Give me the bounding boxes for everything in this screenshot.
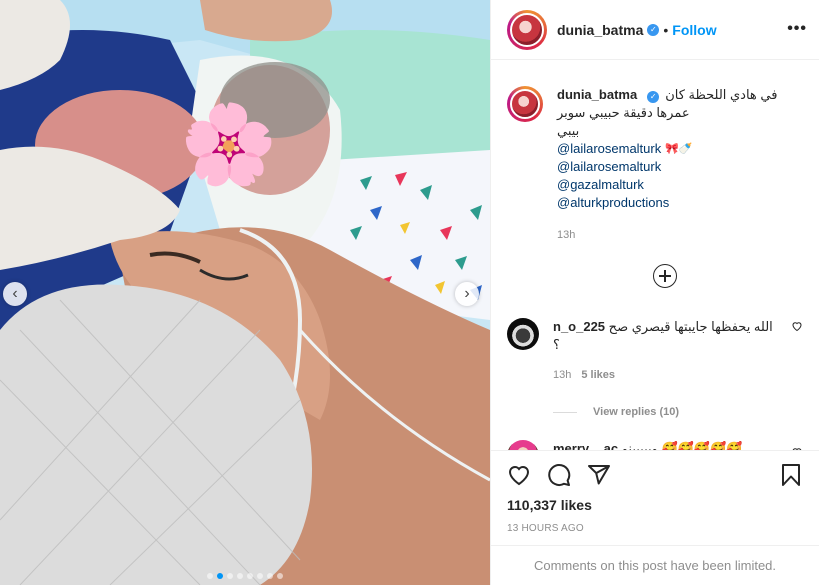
comment-text: وبيييينو: [621, 441, 658, 450]
action-icons: [507, 451, 803, 499]
caption-time[interactable]: 13h: [557, 226, 803, 244]
flower-sticker-icon: 🌸: [180, 100, 278, 188]
carousel-dot: [237, 573, 243, 579]
save-bookmark-icon[interactable]: [779, 463, 803, 487]
carousel-indicator: [0, 573, 490, 579]
comment-body: merry__ac وبيييينو 🥰🥰🥰🥰🥰: [553, 440, 773, 450]
comment-bubble-icon[interactable]: [547, 463, 571, 487]
carousel-dot: [277, 573, 283, 579]
comment-meta: 13h 5 likes: [553, 366, 773, 384]
carousel-next-button[interactable]: ›: [455, 282, 479, 306]
commenter-avatar[interactable]: [507, 318, 539, 350]
carousel-dot: [267, 573, 273, 579]
post-actions: 110,337 likes 13 HOURS AGO: [491, 450, 819, 534]
post-media[interactable]: ‹ › 🌸: [0, 0, 490, 585]
caption-username[interactable]: dunia_batma: [557, 86, 637, 104]
comment-likes[interactable]: 5 likes: [581, 366, 615, 384]
verified-badge-icon: ✓: [647, 91, 660, 103]
carousel-dot: [207, 573, 213, 579]
post-details-panel: dunia_batma ✓ • Follow ••• dunia_batma ✓…: [490, 0, 819, 585]
follow-button[interactable]: Follow: [672, 22, 716, 38]
load-more-comments-button[interactable]: [653, 264, 677, 288]
separator-bullet: •: [663, 21, 669, 38]
story-ring[interactable]: [507, 9, 547, 50]
view-replies-label[interactable]: View replies (10): [593, 406, 679, 418]
more-options-icon[interactable]: •••: [787, 20, 807, 38]
carousel-dot-active: [217, 573, 223, 579]
caption-mention[interactable]: @gazalmalturk: [557, 176, 803, 194]
caption-body: dunia_batma ✓ في هادي اللحظة كان عمرها د…: [557, 86, 803, 244]
post-photo: [0, 0, 490, 585]
header-username[interactable]: dunia_batma: [557, 22, 643, 38]
ribbon-bottle-emoji: 🎀🍼: [665, 143, 693, 155]
caption-mention[interactable]: @lailarosemalturk: [557, 140, 661, 158]
carousel-dot: [227, 573, 233, 579]
like-heart-icon[interactable]: [507, 463, 531, 487]
carousel-dot: [247, 573, 253, 579]
likes-count[interactable]: 110,337 likes: [507, 497, 803, 513]
carousel-dot: [257, 573, 263, 579]
comment-item: merry__ac وبيييينو 🥰🥰🥰🥰🥰: [507, 440, 803, 450]
avatar[interactable]: [510, 12, 544, 47]
comment-time[interactable]: 13h: [553, 366, 571, 384]
comment-username[interactable]: merry__ac: [553, 441, 618, 450]
carousel-prev-button[interactable]: ‹: [3, 282, 27, 306]
commenter-avatar[interactable]: [507, 440, 539, 450]
comment-username[interactable]: n_o_225: [553, 319, 605, 334]
comments-list[interactable]: dunia_batma ✓ في هادي اللحظة كان عمرها د…: [491, 60, 819, 450]
caption-avatar[interactable]: [510, 89, 540, 119]
replies-divider: [553, 411, 577, 413]
post-timestamp[interactable]: 13 HOURS AGO: [507, 523, 803, 534]
caption-story-ring[interactable]: [507, 86, 543, 122]
caption-mention[interactable]: @alturkproductions: [557, 194, 803, 212]
post-caption: dunia_batma ✓ في هادي اللحظة كان عمرها د…: [507, 86, 803, 244]
caption-mention[interactable]: @lailarosemalturk: [557, 158, 803, 176]
view-replies-button[interactable]: View replies (10): [553, 406, 803, 418]
verified-badge-icon: ✓: [647, 23, 660, 36]
like-comment-heart-icon[interactable]: [791, 320, 803, 332]
comment-emojis: 🥰🥰🥰🥰🥰: [661, 441, 743, 450]
comments-limited-notice: Comments on this post have been limited.: [491, 545, 819, 585]
share-paper-plane-icon[interactable]: [587, 463, 611, 487]
comment-body: n_o_225 الله يحفظها جايبتها قيصري صح ؟ 1…: [553, 318, 773, 384]
caption-text-line2: عمرها دقيقة حبيبي سوبر بيبي: [557, 105, 690, 138]
post-header: dunia_batma ✓ • Follow •••: [491, 0, 819, 60]
comment-item: n_o_225 الله يحفظها جايبتها قيصري صح ؟ 1…: [507, 318, 803, 384]
caption-text-line1: في هادي اللحظة كان: [665, 87, 778, 102]
